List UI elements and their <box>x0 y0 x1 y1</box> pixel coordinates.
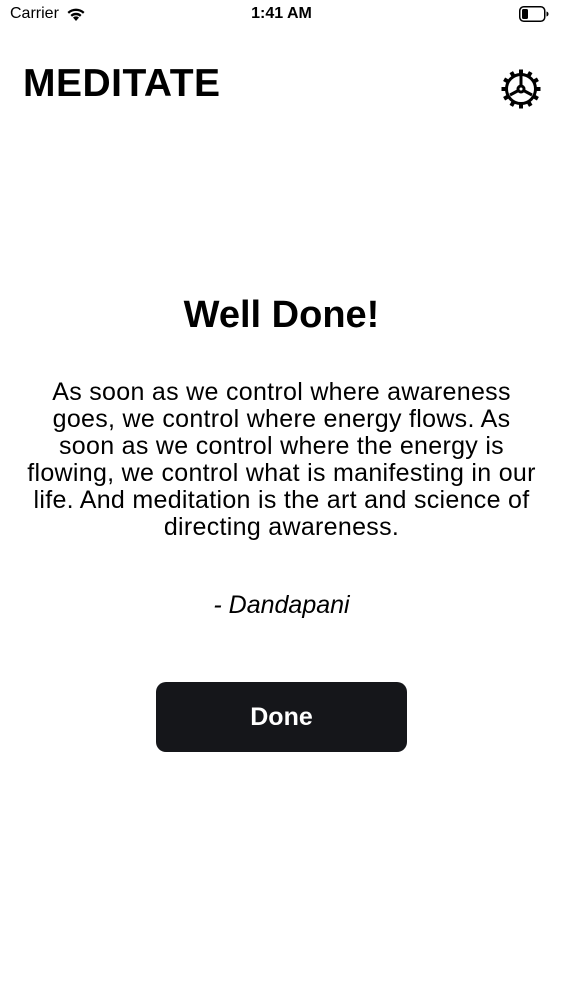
status-time: 1:41 AM <box>251 5 312 22</box>
settings-button[interactable] <box>500 68 542 110</box>
battery-icon <box>519 6 549 27</box>
gear-icon <box>501 69 541 109</box>
app-title: MEDITATE <box>23 62 221 105</box>
well-done-heading: Well Done! <box>183 294 380 336</box>
done-button[interactable]: Done <box>156 682 407 752</box>
meditation-quote: As soon as we control where awareness go… <box>27 378 536 541</box>
quote-author: - Dandapani <box>213 591 350 619</box>
status-bar: Carrier 1:41 AM <box>0 0 563 30</box>
